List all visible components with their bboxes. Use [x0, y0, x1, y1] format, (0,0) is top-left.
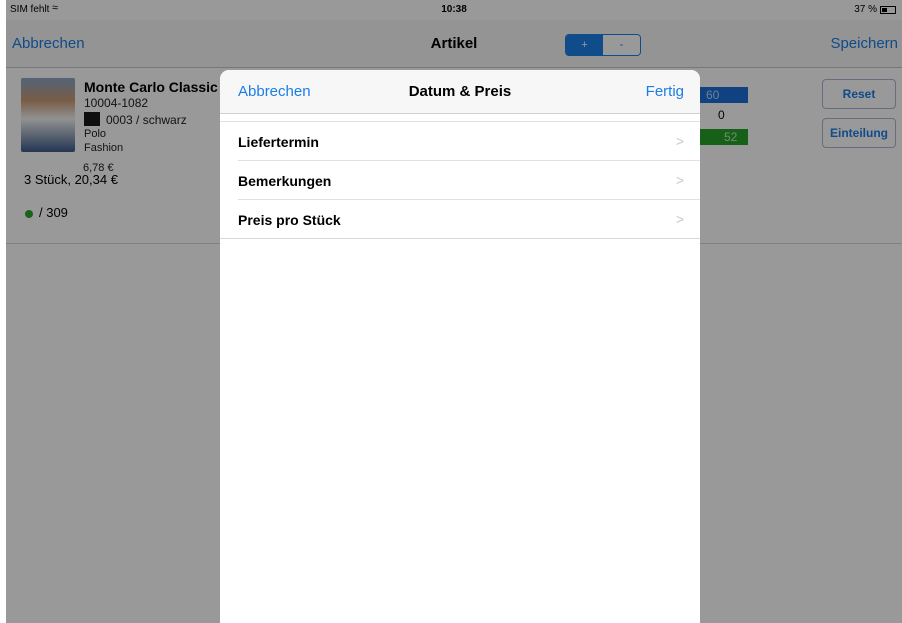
sheet-header: Abbrechen Datum & Preis Fertig [220, 70, 700, 114]
list-item-preis-pro-stueck[interactable]: Preis pro Stück > [220, 200, 700, 239]
sheet-done-button[interactable]: Fertig [646, 83, 684, 100]
app-screen: SIM fehlt ≈ 10:38 37 % Abbrechen Artikel… [6, 0, 902, 623]
settings-list: Liefertermin > Bemerkungen > Preis pro S… [220, 121, 700, 239]
chevron-right-icon: > [675, 133, 684, 149]
list-item-liefertermin[interactable]: Liefertermin > [238, 122, 700, 161]
list-item-label: Bemerkungen [238, 173, 332, 189]
sheet-cancel-button[interactable]: Abbrechen [238, 83, 311, 100]
list-item-label: Preis pro Stück [238, 212, 341, 228]
chevron-right-icon: > [675, 211, 684, 227]
chevron-right-icon: > [675, 172, 684, 188]
datum-preis-sheet: Abbrechen Datum & Preis Fertig Lieferter… [220, 70, 700, 623]
list-item-bemerkungen[interactable]: Bemerkungen > [238, 161, 700, 200]
list-item-label: Liefertermin [238, 134, 319, 150]
